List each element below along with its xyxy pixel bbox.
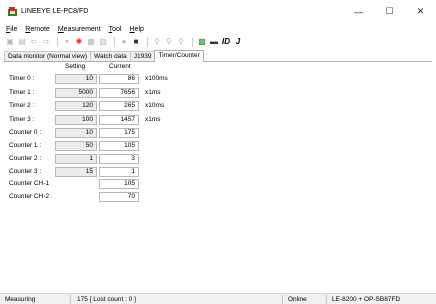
toolbar-separator [192, 36, 193, 47]
toolbar-separator [57, 36, 58, 47]
timer-3-current: 1457 [99, 115, 139, 125]
back-icon[interactable]: ⇦ [29, 37, 39, 47]
menu-tool[interactable]: Tool [109, 26, 122, 33]
record-icon[interactable]: ● [119, 37, 129, 47]
search-prev-icon[interactable]: ⚲ [176, 37, 186, 47]
timer-3-label: Timer 3 : [9, 116, 35, 123]
counter-3-current: 1 [99, 167, 139, 177]
minimize-button[interactable]: — [343, 0, 374, 23]
timer-3-unit: x1ms [145, 116, 161, 123]
counter-3-setting: 15 [55, 167, 97, 177]
status-separator [326, 295, 327, 304]
timer-2-unit: x10ms [145, 102, 165, 109]
stop-glasses-icon[interactable]: ✱ [74, 37, 84, 47]
menu-bar: File Remote Measurement Tool Help [0, 23, 436, 35]
counter-0-current: 175 [99, 128, 139, 138]
close-button[interactable]: ✕ [405, 0, 436, 23]
save-icon[interactable]: ▤ [17, 37, 27, 47]
toolbar: ▣ ▤ ⇦ ⇨ ⚭ ✱ ▦ ▧ ● ■ ⚲ ⚲ ⚲ ▩ ▬ ID J [0, 35, 436, 48]
stop-icon[interactable]: ■ [131, 37, 141, 47]
timer-0-current: 86 [99, 74, 139, 84]
counter-ch1-label: Counter CH-1 [9, 180, 50, 187]
menu-file[interactable]: File [6, 26, 17, 33]
j-button[interactable]: J [233, 37, 243, 47]
timer-1-unit: x1ms [145, 89, 161, 96]
monitor-icon[interactable]: ▬ [209, 37, 219, 47]
current-column-header: Current [109, 63, 131, 70]
counter-1-setting: 50 [55, 141, 97, 151]
network-icon[interactable]: ▩ [197, 37, 207, 47]
toolbar-separator [147, 36, 148, 47]
timer-1-setting: 5000 [55, 88, 97, 98]
timer-1-current: 7656 [99, 88, 139, 98]
counter-0-label: Counter 0 : [9, 129, 42, 136]
search-next-icon[interactable]: ⚲ [164, 37, 174, 47]
timer-0-unit: x100ms [145, 75, 168, 82]
timer-1-label: Timer 1 : [9, 89, 35, 96]
menu-measurement[interactable]: Measurement [58, 26, 101, 33]
glasses-icon[interactable]: ⚭ [62, 37, 72, 47]
status-separator [282, 295, 283, 304]
counter-0-setting: 10 [55, 128, 97, 138]
forward-icon[interactable]: ⇨ [41, 37, 51, 47]
counter-ch2-label: Counter CH-2 [9, 193, 50, 200]
counter-1-current: 105 [99, 141, 139, 151]
open-icon[interactable]: ▣ [5, 37, 15, 47]
counter-ch2-current: 70 [99, 192, 139, 202]
counter-2-setting: 1 [55, 154, 97, 164]
timer-0-label: Timer 0 : [9, 75, 35, 82]
counter-3-label: Counter 3 : [9, 168, 42, 175]
status-separator [70, 295, 71, 304]
app-icon [8, 7, 17, 16]
id-button[interactable]: ID [221, 37, 231, 47]
counter-ch1-current: 105 [99, 179, 139, 189]
status-bar: Measuring 175 [ Lost count : 0 ] Online … [0, 293, 436, 304]
maximize-button[interactable]: ☐ [374, 0, 405, 23]
window-title: LINEEYE LE-PC8/FD [21, 8, 89, 15]
menu-help[interactable]: Help [129, 26, 143, 33]
copy-icon[interactable]: ▦ [86, 37, 96, 47]
status-connection: Online [288, 296, 307, 303]
search-icon[interactable]: ⚲ [152, 37, 162, 47]
setting-column-header: Setting [65, 63, 86, 70]
timer-2-current: 265 [99, 101, 139, 111]
timer-2-label: Timer 2 : [9, 102, 35, 109]
status-state: Measuring [5, 296, 36, 303]
toolbar-separator [114, 36, 115, 47]
timer-2-setting: 120 [55, 101, 97, 111]
counter-1-label: Counter 1 : [9, 142, 42, 149]
paste-icon[interactable]: ▧ [98, 37, 108, 47]
timer-0-setting: 10 [55, 74, 97, 84]
tab-timer-counter[interactable]: Timer/Counter [154, 50, 204, 62]
timer-3-setting: 100 [55, 115, 97, 125]
status-device: LE-8200 + OP-SB87FD [332, 296, 401, 303]
status-count: 175 [ Lost count : 0 ] [77, 296, 136, 303]
counter-2-label: Counter 2 : [9, 155, 42, 162]
menu-remote[interactable]: Remote [25, 26, 50, 33]
counter-2-current: 3 [99, 154, 139, 164]
title-bar: LINEEYE LE-PC8/FD — ☐ ✕ [0, 0, 436, 23]
